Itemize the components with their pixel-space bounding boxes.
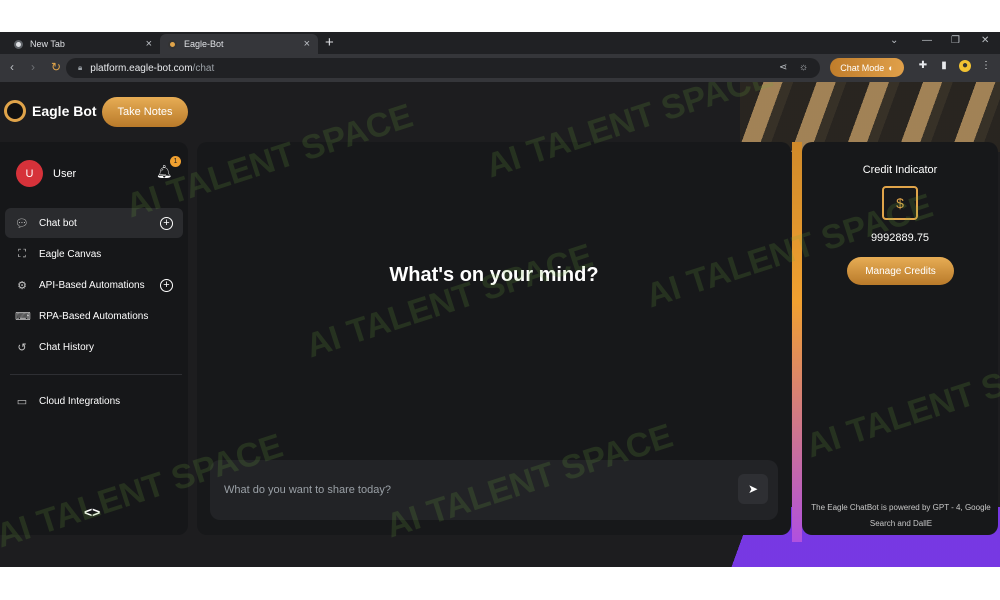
profile-icon[interactable]: ● <box>959 60 971 72</box>
sidebar-divider <box>10 374 182 375</box>
url-host: platform.eagle-bot.com <box>90 62 193 74</box>
sidebar-item-label: API-Based Automations <box>39 279 145 291</box>
collapse-sidebar-icon[interactable]: <> <box>84 504 100 520</box>
add-automation-icon[interactable]: + <box>160 278 173 292</box>
eagle-bot-app: Eagle Bot Take Notes U User 🔔︎ 1 💬︎ Chat… <box>0 82 1000 567</box>
close-window-icon[interactable]: ✕ <box>981 35 989 46</box>
gear-icon: ⚙ <box>17 279 27 292</box>
money-icon: $ <box>882 186 918 220</box>
user-name: User <box>53 167 77 180</box>
canvas-icon: ⛶ <box>18 247 26 260</box>
sidebar-item-label: RPA-Based Automations <box>39 310 149 322</box>
sidebar-item-label: Chat History <box>39 341 95 353</box>
sidebar-item-label: Eagle Canvas <box>39 248 102 260</box>
powered-by-text: The Eagle ChatBot is powered by GPT - 4,… <box>811 503 991 528</box>
tab-title: New Tab <box>30 39 65 49</box>
message-composer: ➤ <box>210 460 778 520</box>
sidebar-item-label: Cloud Integrations <box>39 395 121 407</box>
page-title: What's on your mind? <box>389 264 599 286</box>
send-icon: ➤ <box>747 482 759 496</box>
reload-icon[interactable]: ↻ <box>51 60 61 74</box>
sidebar-item-eagle-canvas[interactable]: ⛶ Eagle Canvas <box>5 239 183 269</box>
sidebar-item-api-automations[interactable]: ⚙ API-Based Automations + <box>5 270 183 300</box>
menu-icon[interactable]: ⋮ <box>980 60 992 72</box>
close-icon[interactable]: × <box>304 38 310 50</box>
toggle-icon: ◐ <box>888 62 894 73</box>
sidebar-item-rpa-automations[interactable]: ⌨ RPA-Based Automations <box>5 301 183 331</box>
chat-mode-label: Chat Mode <box>840 62 885 73</box>
history-icon: ↺ <box>17 341 27 354</box>
credit-panel: Credit Indicator $ 9992889.75 Manage Cre… <box>802 142 998 535</box>
close-icon[interactable]: × <box>146 38 152 50</box>
eagle-logo-icon <box>4 100 26 122</box>
tab-title: Eagle-Bot <box>184 39 224 49</box>
eagle-favicon-icon <box>168 39 177 49</box>
user-profile[interactable]: U User <box>16 160 76 187</box>
message-input[interactable] <box>224 480 704 500</box>
browser-toolbar: ‹ › ↻ 🔒︎ platform.eagle-bot.com/chat ⋖ ☼… <box>0 54 1000 82</box>
take-notes-button[interactable]: Take Notes <box>102 97 188 127</box>
avatar: U <box>16 160 43 187</box>
tab-strip: New Tab × Eagle-Bot × + ⌄ — ❐ ✕ <box>0 32 1000 54</box>
sidebar: U User 🔔︎ 1 💬︎ Chat bot + ⛶ Eagle Canvas… <box>0 142 188 535</box>
extensions-icon[interactable]: ✚ <box>917 60 929 72</box>
send-button[interactable]: ➤ <box>738 474 768 504</box>
minimize-icon[interactable]: — <box>922 35 932 46</box>
share-icon[interactable]: ⋖ <box>779 58 787 78</box>
chrome-icon <box>14 39 23 49</box>
address-bar[interactable]: 🔒︎ platform.eagle-bot.com/chat ⋖ ☼ <box>66 58 820 78</box>
sidebar-item-chat-history[interactable]: ↺ Chat History <box>5 332 183 362</box>
sidebar-item-chat-bot[interactable]: 💬︎ Chat bot + <box>5 208 183 238</box>
chat-icon: 💬︎ <box>15 217 29 230</box>
credit-title: Credit Indicator <box>862 164 938 176</box>
chat-panel: What's on your mind? ➤ <box>197 142 791 535</box>
new-tab-button[interactable]: + <box>325 34 334 51</box>
cloud-icon: ▭ <box>16 395 28 408</box>
tab-search-icon[interactable]: ⌄ <box>890 35 898 46</box>
brand-logo[interactable]: Eagle Bot <box>4 100 97 122</box>
chat-mode-button[interactable]: Chat Mode ◐ <box>830 58 904 77</box>
url-path: /chat <box>192 62 215 74</box>
credit-amount: 9992889.75 <box>870 232 930 244</box>
site-settings-icon[interactable]: ☼ <box>799 58 808 78</box>
add-chat-icon[interactable]: + <box>160 216 173 230</box>
decorative-gradient-bar <box>792 142 802 542</box>
sidepanel-icon[interactable]: ▮ <box>938 60 950 72</box>
brand-name: Eagle Bot <box>32 103 97 119</box>
lock-icon: 🔒︎ <box>78 63 83 72</box>
back-icon[interactable]: ‹ <box>10 60 14 74</box>
restore-icon[interactable]: ❐ <box>951 35 960 46</box>
browser-window: New Tab × Eagle-Bot × + ⌄ — ❐ ✕ ‹ › ↻ 🔒︎… <box>0 32 1000 567</box>
tab-new-tab[interactable]: New Tab × <box>6 34 160 54</box>
sidebar-item-label: Chat bot <box>39 217 77 229</box>
tab-eagle-bot[interactable]: Eagle-Bot × <box>160 34 318 54</box>
rpa-icon: ⌨ <box>15 310 31 323</box>
forward-icon[interactable]: › <box>31 60 35 74</box>
manage-credits-button[interactable]: Manage Credits <box>847 257 954 285</box>
notification-bell-icon[interactable]: 🔔︎ 1 <box>156 156 181 180</box>
notification-badge: 1 <box>170 156 181 167</box>
sidebar-item-cloud-integrations[interactable]: ▭ Cloud Integrations <box>5 386 183 416</box>
